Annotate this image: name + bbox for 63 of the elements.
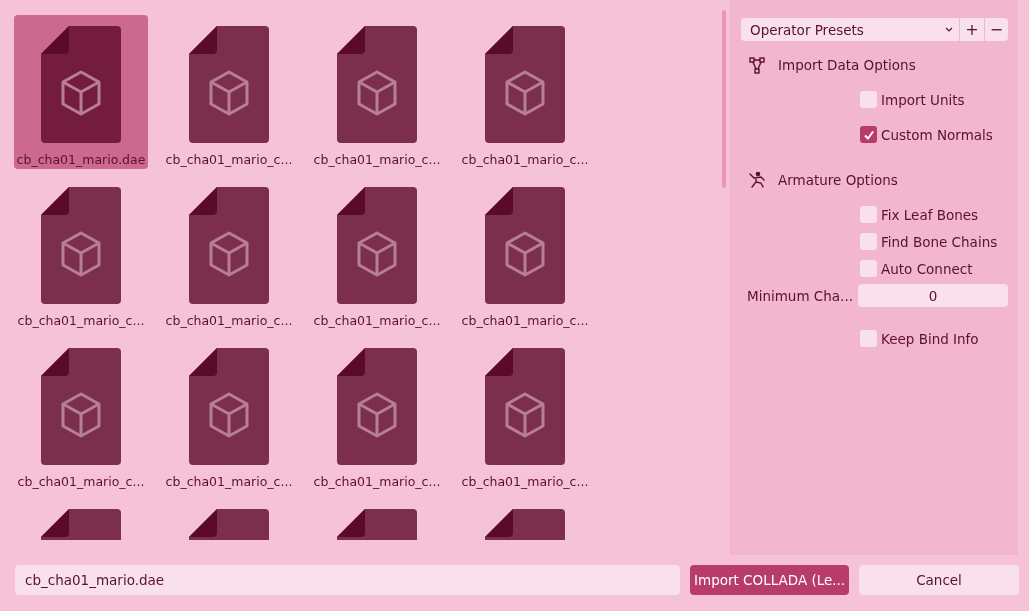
file-name: cb_cha01_mario.dae — [16, 152, 146, 167]
file-item[interactable]: cb_cha01_mario_c... — [458, 176, 592, 330]
mesh-icon — [748, 56, 766, 74]
checkbox[interactable] — [860, 330, 877, 347]
chevron-down-icon — [945, 27, 953, 32]
import-button[interactable]: Import COLLADA (Le... — [690, 565, 849, 595]
3d-file-icon — [485, 187, 565, 304]
checkbox[interactable] — [860, 233, 877, 250]
file-name: cb_cha01_mario_c... — [17, 313, 145, 328]
section-title: Armature Options — [778, 172, 898, 188]
file-name: cb_cha01_mario_c... — [165, 474, 293, 489]
cancel-button[interactable]: Cancel — [859, 565, 1019, 595]
checkmark-icon — [862, 128, 875, 141]
file-name: cb_cha01_mario_c... — [461, 313, 589, 328]
checkbox[interactable] — [860, 206, 877, 223]
checkbox-option[interactable]: Keep Bind Info — [860, 330, 979, 347]
3d-file-icon — [189, 348, 269, 465]
3d-file-icon — [337, 26, 417, 143]
file-item[interactable]: cb_cha01_mario_c... — [310, 337, 444, 491]
checkbox-option[interactable]: Find Bone Chains — [860, 233, 998, 250]
3d-file-icon — [485, 348, 565, 465]
file-name: cb_cha01_mario_c... — [461, 474, 589, 489]
file-item[interactable]: cb_cha01_mario_c... — [458, 15, 592, 169]
file-name: cb_cha01_mario_c... — [313, 313, 441, 328]
file-name: cb_cha01_mario_c... — [313, 474, 441, 489]
running-figure-icon — [748, 171, 766, 189]
remove-preset-button[interactable]: − — [984, 18, 1008, 41]
3d-file-icon — [337, 348, 417, 465]
file-item[interactable]: cb_cha01_mario_c... — [310, 15, 444, 169]
file-name: cb_cha01_mario_c... — [165, 152, 293, 167]
3d-file-icon — [485, 26, 565, 143]
3d-file-icon — [41, 26, 121, 143]
file-item[interactable]: cb_cha01_mario_c... — [14, 337, 148, 491]
number-field[interactable]: 0 — [857, 284, 1008, 307]
scrollbar[interactable] — [722, 10, 726, 188]
file-item[interactable]: cb_cha01_mario_c... — [162, 15, 296, 169]
checkbox-option[interactable]: Custom Normals — [860, 126, 993, 143]
checkbox[interactable] — [860, 260, 877, 277]
filename-field[interactable]: cb_cha01_mario.dae — [15, 565, 680, 595]
file-item[interactable]: cb_cha01_mario_c... — [162, 176, 296, 330]
checkbox-option[interactable]: Import Units — [860, 91, 965, 108]
add-preset-button[interactable]: + — [960, 18, 984, 41]
section-title: Import Data Options — [778, 57, 916, 73]
file-item[interactable]: cb_cha01_mario_c... — [162, 337, 296, 491]
presets-dropdown[interactable]: Operator Presets — [741, 18, 960, 41]
file-name: cb_cha01_mario_c... — [461, 152, 589, 167]
3d-file-icon — [41, 348, 121, 465]
file-item[interactable]: cb_cha01_mario_c... — [14, 176, 148, 330]
file-item[interactable]: cb_cha01_mario.dae — [14, 15, 148, 169]
field-label: Minimum Cha... — [747, 287, 854, 304]
file-name: cb_cha01_mario_c... — [17, 474, 145, 489]
checkbox-option[interactable]: Auto Connect — [860, 260, 973, 277]
file-name: cb_cha01_mario_c... — [313, 152, 441, 167]
file-item[interactable]: cb_cha01_mario_c... — [310, 176, 444, 330]
file-item[interactable]: cb_cha01_mario_c... — [458, 337, 592, 491]
3d-file-icon — [189, 26, 269, 143]
checkbox-option[interactable]: Fix Leaf Bones — [860, 206, 979, 223]
file-name: cb_cha01_mario_c... — [165, 313, 293, 328]
3d-file-icon — [189, 187, 269, 304]
checkbox[interactable] — [860, 126, 877, 143]
3d-file-icon — [41, 187, 121, 304]
3d-file-icon — [337, 187, 417, 304]
checkbox[interactable] — [860, 91, 877, 108]
